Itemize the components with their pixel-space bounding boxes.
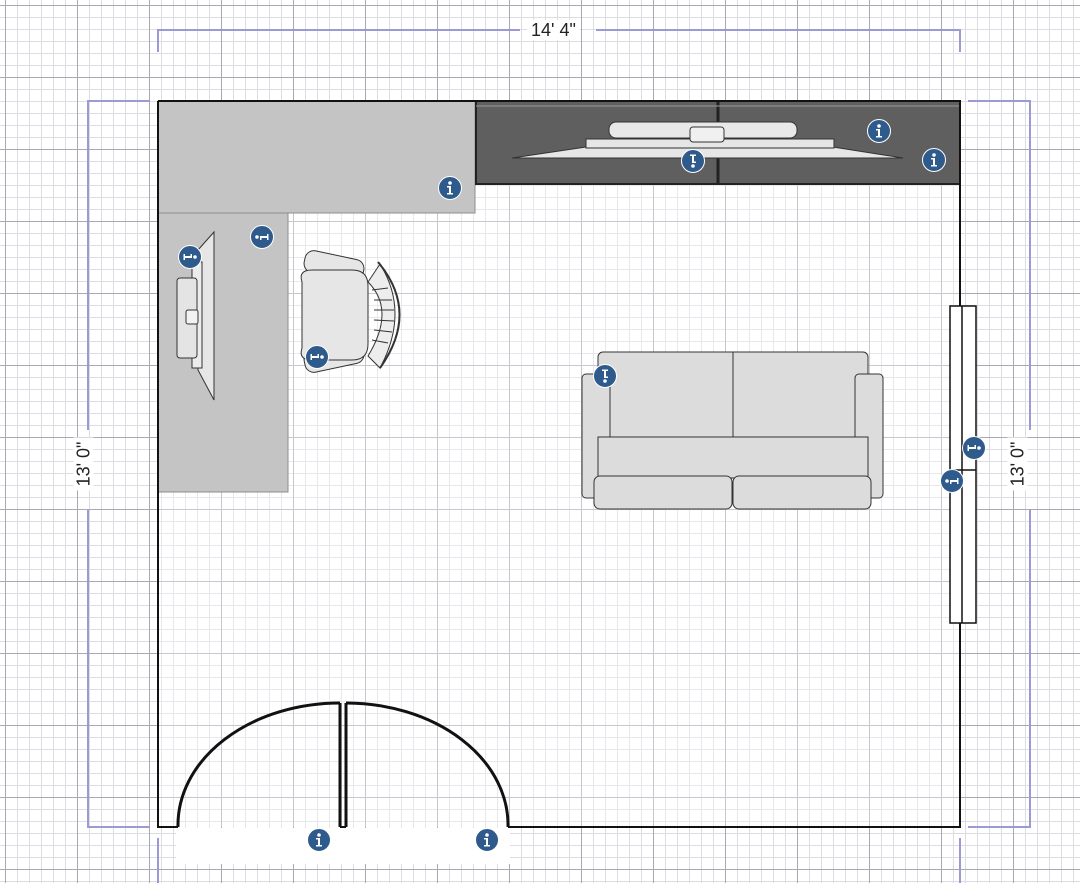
- monitor-info-button[interactable]: [178, 245, 202, 269]
- info-icon: [255, 234, 269, 240]
- info-icon: [183, 254, 197, 260]
- sofa-info-button[interactable]: [593, 364, 617, 388]
- door-right-info-button[interactable]: [475, 828, 499, 852]
- info-icon: [690, 154, 696, 168]
- info-icon: [945, 478, 959, 484]
- info-icon: [967, 445, 981, 451]
- left-dimension-line: [87, 100, 150, 828]
- info-icon: [931, 153, 937, 167]
- window-info-button[interactable]: [962, 436, 986, 460]
- cabinet-info-button[interactable]: [867, 119, 891, 143]
- info-icon: [447, 181, 453, 195]
- cabinet-right-info-button[interactable]: [922, 148, 946, 172]
- window[interactable]: [949, 305, 977, 624]
- window-frame-info-button[interactable]: [940, 469, 964, 493]
- chair-info-button[interactable]: [305, 345, 329, 369]
- info-icon: [876, 124, 882, 138]
- room-height-label-right: 13' 0": [1007, 437, 1028, 491]
- info-icon: [602, 369, 608, 383]
- door-left-info-button[interactable]: [307, 828, 331, 852]
- room-height-label-left: 13' 0": [73, 437, 94, 491]
- tv-info-button[interactable]: [681, 149, 705, 173]
- info-icon: [310, 354, 324, 360]
- info-icon: [316, 833, 322, 847]
- counter-info-button[interactable]: [438, 176, 462, 200]
- door-opening: [176, 828, 510, 864]
- room-width-label: 14' 4": [527, 20, 580, 40]
- info-icon: [484, 833, 490, 847]
- sofa[interactable]: [581, 351, 884, 510]
- floor-plan-canvas[interactable]: [0, 0, 1080, 883]
- desk-info-button[interactable]: [250, 225, 274, 249]
